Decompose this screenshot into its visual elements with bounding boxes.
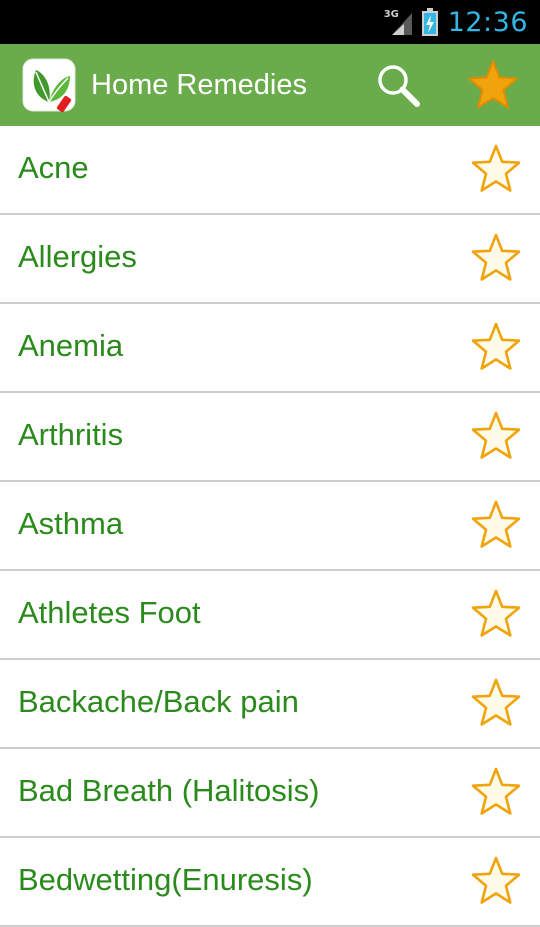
status-bar: 3G 12:36: [0, 0, 540, 44]
list-item[interactable]: Asthma: [0, 482, 540, 571]
action-bar: Home Remedies: [0, 44, 540, 126]
list-item-label: Asthma: [18, 506, 124, 541]
star-outline-icon[interactable]: [470, 232, 522, 284]
list-item[interactable]: Athletes Foot: [0, 571, 540, 660]
list-item[interactable]: Bedwetting(Enuresis): [0, 838, 540, 927]
favorites-star-icon: [468, 60, 518, 109]
signal-icon: 3G: [384, 7, 414, 37]
list-item-label: Arthritis: [18, 417, 124, 452]
star-outline-icon[interactable]: [470, 677, 522, 729]
list-item[interactable]: Acne: [0, 126, 540, 215]
search-button[interactable]: [370, 60, 426, 110]
list-item[interactable]: Allergies: [0, 215, 540, 304]
app-logo-icon[interactable]: [22, 58, 76, 113]
list-item-label: Allergies: [18, 239, 137, 274]
star-outline-icon[interactable]: [470, 499, 522, 551]
search-icon: [378, 65, 420, 107]
list-item[interactable]: Arthritis: [0, 393, 540, 482]
favorites-button[interactable]: [464, 56, 522, 114]
list-item[interactable]: Anemia: [0, 304, 540, 393]
star-outline-icon[interactable]: [470, 321, 522, 373]
list-item-label: Anemia: [18, 328, 124, 363]
clock: 12:36: [447, 6, 528, 38]
list-item-label: Backache/Back pain: [18, 684, 299, 719]
list-item[interactable]: Backache/Back pain: [0, 660, 540, 749]
list-item-label: Acne: [18, 150, 89, 185]
star-outline-icon[interactable]: [470, 410, 522, 462]
battery-charging-icon: [421, 8, 438, 36]
star-outline-icon[interactable]: [470, 855, 522, 907]
list-item-label: Bad Breath (Halitosis): [18, 773, 320, 808]
star-outline-icon[interactable]: [470, 766, 522, 818]
remedy-list: Acne Allergies Anemia Arthritis Asthma A…: [0, 126, 540, 927]
list-item[interactable]: Bad Breath (Halitosis): [0, 749, 540, 838]
star-outline-icon[interactable]: [470, 588, 522, 640]
list-item-label: Athletes Foot: [18, 595, 201, 630]
page-title: Home Remedies: [91, 69, 307, 101]
star-outline-icon[interactable]: [470, 143, 522, 195]
list-item-label: Bedwetting(Enuresis): [18, 862, 313, 897]
